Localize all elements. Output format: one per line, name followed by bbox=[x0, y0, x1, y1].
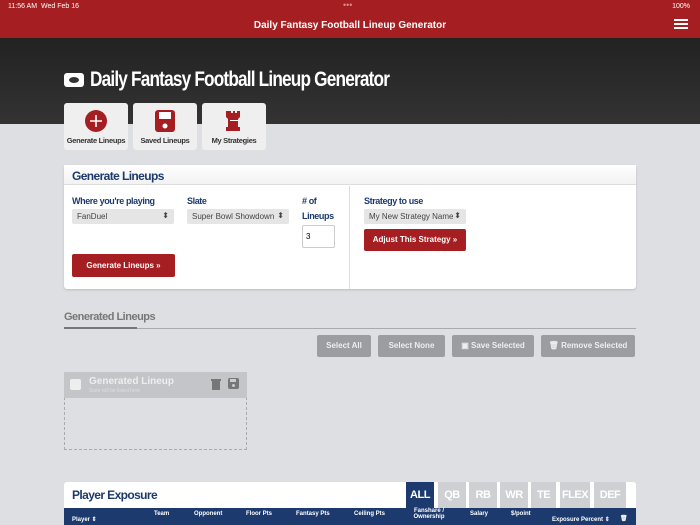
floppy-disk-icon[interactable] bbox=[228, 378, 239, 389]
player-exposure-title: Player Exposure bbox=[72, 488, 158, 502]
app-title: Daily Fantasy Football Lineup Generator bbox=[253, 20, 447, 31]
lineup-checkbox[interactable] bbox=[70, 379, 81, 390]
site-select[interactable]: FanDuel ⬍ bbox=[72, 209, 174, 224]
generated-lineups-title: Generated Lineups bbox=[64, 311, 156, 323]
strategy-select[interactable]: My New Strategy Name ⬍ bbox=[364, 209, 466, 224]
divider bbox=[349, 186, 350, 289]
select-chevron-icon: ⬍ bbox=[277, 211, 284, 220]
site-value: FanDuel bbox=[77, 212, 108, 221]
floppy-disk-icon: ▣ bbox=[461, 341, 471, 350]
nav-generate-lineups[interactable]: Generate Lineups bbox=[64, 103, 128, 150]
select-chevron-icon: ⬍ bbox=[162, 211, 169, 220]
select-all-button[interactable]: Select All bbox=[317, 335, 371, 357]
plus-circle-icon bbox=[85, 110, 107, 132]
col-salary[interactable]: Salary bbox=[470, 511, 488, 517]
status-battery: 100% bbox=[672, 3, 690, 10]
page-title: Daily Fantasy Football Lineup Generator bbox=[90, 68, 390, 91]
button-label: Remove Selected bbox=[561, 341, 628, 350]
remove-selected-button[interactable]: 🗑 Remove Selected bbox=[541, 335, 635, 357]
num-lineups-input[interactable]: 3 bbox=[302, 225, 335, 248]
card-title: Generate Lineups bbox=[64, 165, 636, 185]
chess-rook-icon bbox=[226, 111, 240, 131]
nav-saved-lineups[interactable]: Saved Lineups bbox=[133, 103, 197, 150]
col-player[interactable]: Player ⇕ bbox=[72, 516, 97, 523]
multitask-dots-icon: ••• bbox=[343, 0, 353, 10]
tab-underline bbox=[64, 327, 137, 329]
nav-label: Generate Lineups bbox=[66, 136, 126, 145]
generate-lineups-button[interactable]: Generate Lineups » bbox=[72, 254, 175, 277]
tab-te[interactable]: TE bbox=[531, 482, 556, 508]
col-ceiling-pts[interactable]: Ceiling Pts bbox=[354, 511, 385, 517]
tab-all[interactable]: ALL bbox=[406, 482, 434, 508]
button-label: Save Selected bbox=[470, 341, 525, 350]
divider bbox=[64, 328, 636, 329]
nav-label: My Strategies bbox=[211, 136, 257, 145]
player-exposure-panel: Player Exposure ALL QB RB WR TE FLEX DEF… bbox=[64, 482, 636, 525]
num-label-2: Lineups bbox=[302, 211, 334, 221]
floppy-disk-icon bbox=[155, 110, 175, 132]
select-none-button[interactable]: Select None bbox=[378, 335, 445, 357]
slate-value: Super Bowl Showdown bbox=[192, 212, 275, 221]
col-dollar-per-point[interactable]: $/point bbox=[511, 511, 531, 517]
tab-def[interactable]: DEF bbox=[594, 482, 626, 508]
lineup-subtitle: Slate will be listed here bbox=[89, 388, 141, 394]
num-label-1: # of bbox=[302, 196, 317, 206]
col-fanshare[interactable]: Fanshare / Ownership bbox=[409, 508, 449, 520]
tab-flex[interactable]: FLEX bbox=[560, 482, 590, 508]
nav-label: Saved Lineups bbox=[140, 136, 190, 145]
generate-lineups-card: Generate Lineups Where you're playing Fa… bbox=[64, 165, 636, 289]
col-fantasy-pts[interactable]: Fantasy Pts bbox=[296, 511, 330, 517]
slate-select[interactable]: Super Bowl Showdown ⬍ bbox=[187, 209, 289, 224]
tab-qb[interactable]: QB bbox=[438, 482, 466, 508]
hamburger-menu-icon[interactable] bbox=[674, 19, 688, 31]
save-selected-button[interactable]: ▣ Save Selected bbox=[452, 335, 534, 357]
col-team[interactable]: Team bbox=[154, 511, 169, 517]
football-logo-icon bbox=[64, 73, 84, 87]
exposure-table-header: Player ⇕ Team Opponent Floor Pts Fantasy… bbox=[64, 508, 636, 525]
tab-rb[interactable]: RB bbox=[469, 482, 497, 508]
tab-wr[interactable]: WR bbox=[500, 482, 528, 508]
where-label: Where you're playing bbox=[72, 196, 155, 206]
trash-icon: 🗑 bbox=[548, 341, 562, 350]
trash-icon[interactable] bbox=[211, 378, 221, 390]
slate-label: Slate bbox=[187, 196, 207, 206]
app-header: 11:56 AM Wed Feb 16 ••• 100% Daily Fanta… bbox=[0, 0, 700, 38]
generated-lineup-card-header: Generated Lineup Slate will be listed he… bbox=[64, 372, 247, 398]
select-chevron-icon: ⬍ bbox=[454, 211, 461, 220]
strategy-value: My New Strategy Name bbox=[369, 212, 454, 221]
col-exposure-percent[interactable]: Exposure Percent ⇕ bbox=[552, 516, 610, 523]
status-date: Wed Feb 16 bbox=[41, 3, 80, 10]
trash-icon[interactable]: 🗑 bbox=[620, 515, 628, 522]
lineup-title: Generated Lineup bbox=[89, 376, 175, 387]
strategy-label: Strategy to use bbox=[364, 196, 424, 206]
nav-my-strategies[interactable]: My Strategies bbox=[202, 103, 266, 150]
col-opponent[interactable]: Opponent bbox=[194, 511, 222, 517]
adjust-strategy-button[interactable]: Adjust This Strategy » bbox=[364, 229, 466, 251]
status-time: 11:56 AM bbox=[8, 3, 38, 10]
col-floor-pts[interactable]: Floor Pts bbox=[246, 511, 272, 517]
